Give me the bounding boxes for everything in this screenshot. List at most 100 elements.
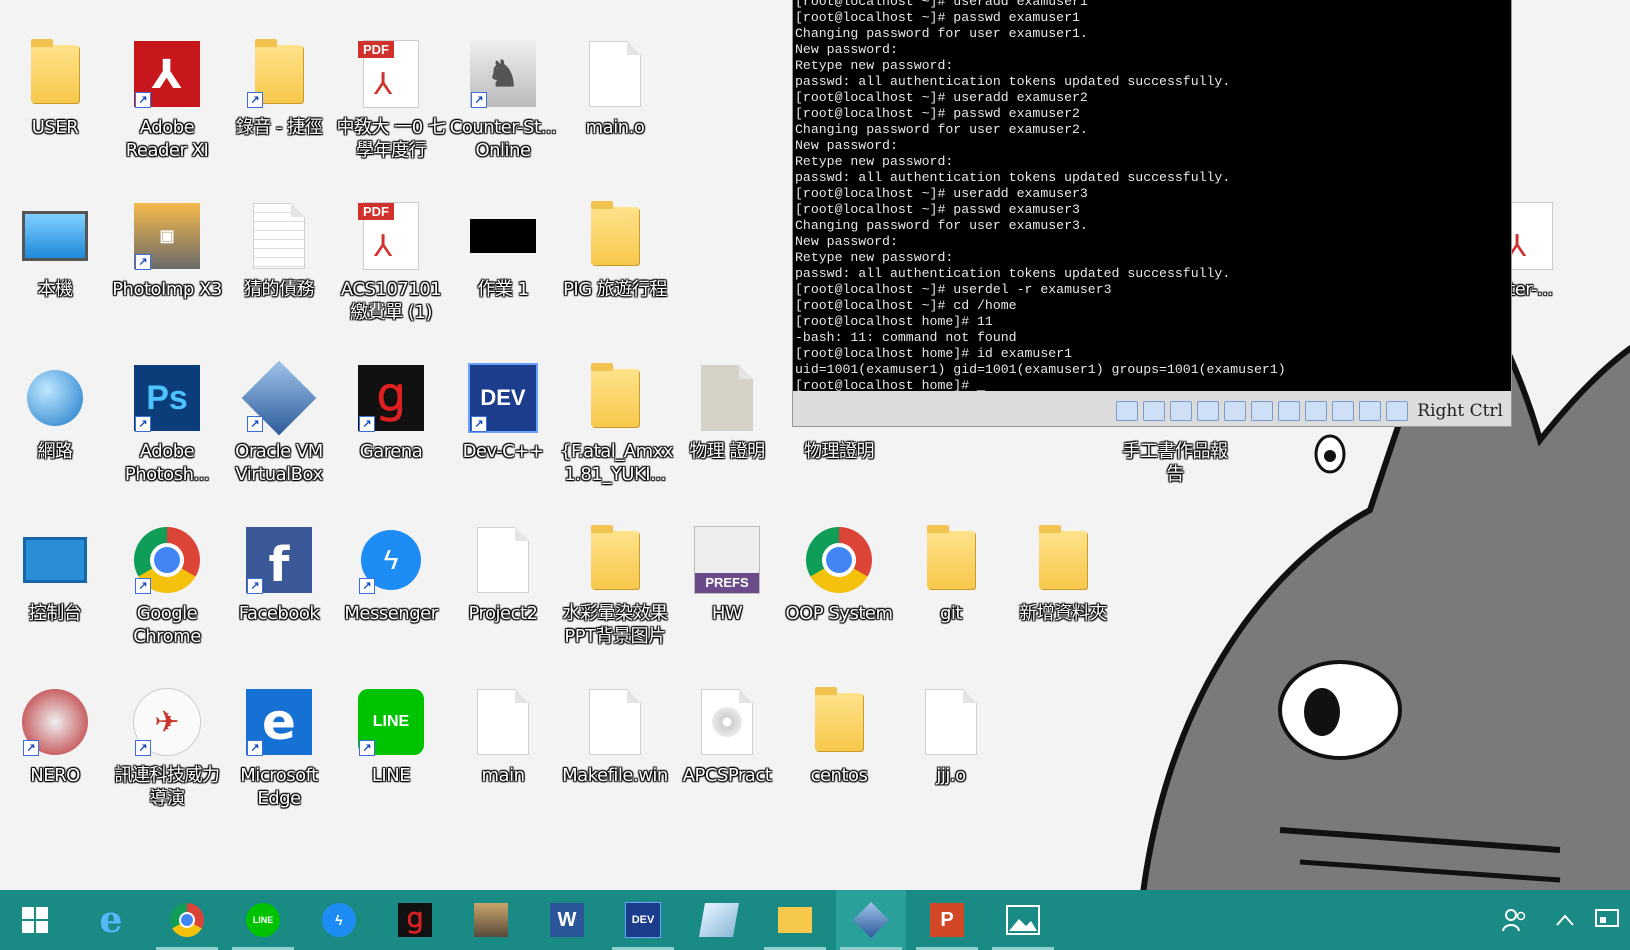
word-icon: W (550, 903, 584, 937)
icon-label: Messenger (344, 603, 438, 624)
network-adapter-icon[interactable] (1197, 401, 1220, 421)
desktop-icon-project2[interactable]: Project2 (448, 524, 558, 625)
desktop-icon-user[interactable]: USER (0, 38, 110, 139)
shortcut-arrow-icon: ↗ (471, 92, 487, 108)
image-file-icon (701, 365, 753, 431)
desktop-icon-counter-strike[interactable]: ♞ ↗ Counter-St... Online (448, 38, 558, 162)
folder-icon (591, 363, 639, 427)
icon-label: 訊連科技威力導演 (114, 765, 221, 809)
icon-label: Oracle VM VirtualBox (235, 441, 323, 485)
keyboard-capture-icon[interactable] (1386, 401, 1409, 421)
taskbar-messenger[interactable]: ϟ (304, 890, 374, 950)
desktop-icon-centos[interactable]: centos (784, 686, 894, 787)
desktop-icon-main[interactable]: main (448, 686, 558, 787)
desktop-icon-pdf-schedule[interactable]: PDF ⅄ 中敎大 一0 七學年度行 (336, 38, 446, 162)
desktop-icon-photoimp[interactable]: ▣ ↗ PhotoImp X3 (112, 200, 222, 301)
hard-disk-icon[interactable] (1305, 401, 1328, 421)
taskbar-chrome[interactable] (152, 890, 222, 950)
desktop-icon-new-folder[interactable]: 新增資料夾 (1008, 524, 1118, 625)
notification-icon (1594, 909, 1619, 927)
desktop-icon-pdf-bill[interactable]: PDF ⅄ ACS107101 繳費單 (1) (336, 200, 446, 324)
icon-label: 本機 (37, 279, 74, 300)
terminal-console[interactable]: [root@localhost ~]# useradd examuser1 [r… (793, 0, 1511, 391)
desktop-icon-debt-doc[interactable]: 猜的債務 (224, 200, 334, 301)
desktop-icon-fatal-amxx[interactable]: {F.atal_Amxx 1.81_YUKI... (560, 362, 673, 486)
taskbar-internet-explorer[interactable]: e (76, 890, 146, 950)
shortcut-arrow-icon: ↗ (247, 578, 263, 594)
icon-label: Adobe Reader XI (125, 117, 209, 161)
icon-label: Counter-St... Online (449, 117, 557, 161)
desktop-icon-powerdirector[interactable]: ✈ ↗ 訊連科技威力導演 (112, 686, 222, 810)
shared-folder-icon[interactable] (1224, 401, 1247, 421)
desktop-icon-watercolor-ppt[interactable]: 水彩暈染效果 PPT背景图片 (560, 524, 670, 648)
tank-game-icon (474, 903, 508, 937)
taskbar-photos[interactable] (988, 890, 1058, 950)
icon-label: 手工書作品報告 (1122, 441, 1229, 485)
blank-file-icon (589, 41, 641, 107)
desktop-icon-makefile[interactable]: Makefile.win (560, 686, 670, 787)
desktop-icon-pig-trip[interactable]: PIG 旅遊行程 (560, 200, 670, 301)
audio-status-icon[interactable] (1116, 401, 1139, 421)
desktop-icon-photoshop[interactable]: Ps ↗ Adobe Photosh... (112, 362, 222, 486)
taskbar-notes[interactable] (684, 890, 754, 950)
taskbar-game[interactable] (456, 890, 526, 950)
taskbar-virtualbox[interactable] (836, 890, 906, 950)
desktop-icon-network[interactable]: 網路 (0, 362, 110, 463)
taskbar-file-explorer[interactable] (760, 890, 830, 950)
desktop-icon-virtualbox[interactable]: ↗ Oracle VM VirtualBox (224, 360, 334, 486)
desktop-icon-apcspract[interactable]: APCSPract (672, 686, 782, 787)
usb-icon[interactable] (1170, 401, 1193, 421)
icon-label: Garena (359, 441, 423, 462)
shortcut-arrow-icon: ↗ (247, 92, 263, 108)
chrome-icon (170, 903, 204, 937)
video-capture-icon[interactable] (1278, 401, 1301, 421)
icon-label: HW (711, 603, 743, 624)
folder-icon (1039, 525, 1087, 589)
taskbar-garena[interactable]: Ɡ (380, 890, 450, 950)
notepad-icon (699, 903, 739, 937)
optical-drive-icon[interactable] (1143, 401, 1166, 421)
taskbar-devcpp[interactable]: DEV (608, 890, 678, 950)
taskbar-line[interactable]: LINE (228, 890, 298, 950)
desktop-icon-physics-proof-1[interactable]: 物理 證明 (672, 362, 782, 463)
desktop-icon-control-panel[interactable]: 控制台 (0, 524, 110, 625)
mouse-integration-icon[interactable] (1359, 401, 1382, 421)
blank-file-icon (925, 689, 977, 755)
desktop-icon-git[interactable]: git (896, 524, 1006, 625)
desktop-icon-oop-system[interactable]: OOP System (784, 524, 894, 625)
taskbar-powerpoint[interactable]: P (912, 890, 982, 950)
desktop-icon-jjj-o[interactable]: jjj.o (896, 686, 1006, 787)
cpu-vt-icon[interactable] (1332, 401, 1355, 421)
action-center-button[interactable] (1585, 890, 1630, 950)
desktop-icon-facebook[interactable]: f ↗ Facebook (224, 524, 334, 625)
people-button[interactable] (1485, 890, 1545, 950)
icon-label: 新增資料夾 (1019, 603, 1107, 624)
icon-label: Project2 (468, 603, 538, 624)
desktop-icon-recording[interactable]: ↗ 錄音 - 捷徑 (224, 38, 334, 139)
desktop-icon-google-chrome[interactable]: ↗ Google Chrome (112, 524, 222, 648)
desktop-icon-nero[interactable]: ↗ NERO (0, 686, 110, 787)
display-icon[interactable] (1251, 401, 1274, 421)
icon-label: git (940, 603, 962, 624)
desktop-icon-microsoft-edge[interactable]: e ↗ Microsoft Edge (224, 686, 334, 810)
icon-label: Microsoft Edge (240, 765, 318, 809)
desktop-icon-garena[interactable]: Ɡ ↗ Garena (336, 362, 446, 463)
desktop-icon-hw[interactable]: PREFS HW (672, 524, 782, 625)
show-hidden-icons-button[interactable] (1545, 890, 1585, 950)
icon-label: centos (810, 765, 868, 786)
desktop-icon-devcpp[interactable]: DEV ↗ Dev-C++ (448, 362, 558, 463)
desktop-icon-this-pc[interactable]: 本機 (0, 200, 110, 301)
virtualbox-vm-window[interactable]: [root@localhost ~]# useradd examuser1 [r… (792, 0, 1512, 427)
icon-label: Adobe Photosh... (124, 441, 210, 485)
desktop-icon-line[interactable]: LINE ↗ LINE (336, 686, 446, 787)
icon-label: main (481, 765, 525, 786)
taskbar-word[interactable]: W (532, 890, 602, 950)
start-button[interactable] (0, 890, 70, 950)
folder-icon (815, 687, 863, 751)
desktop-icon-messenger[interactable]: ϟ ↗ Messenger (336, 524, 446, 625)
desktop-icon-homework-1[interactable]: 作業 1 (448, 200, 558, 301)
desktop-icon-adobe-reader[interactable]: ⅄ ↗ Adobe Reader XI (112, 38, 222, 162)
desktop-icon-main-o[interactable]: main.o (560, 38, 670, 139)
shortcut-arrow-icon: ↗ (135, 92, 151, 108)
icon-label: ACS107101 繳費單 (1) (340, 279, 442, 323)
